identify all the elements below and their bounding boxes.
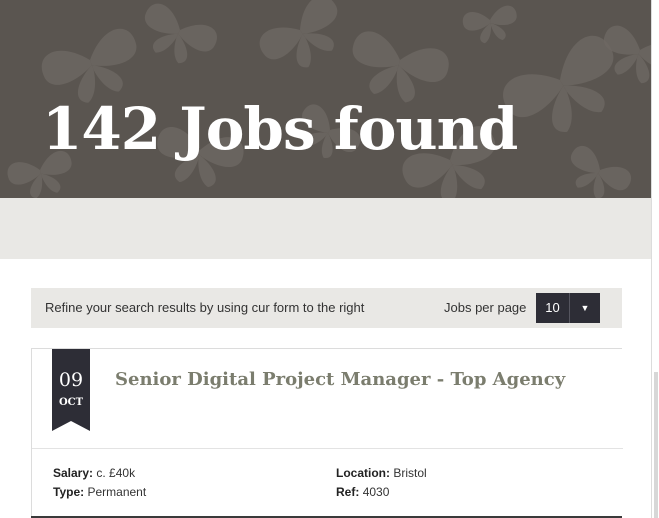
scrollbar[interactable]	[651, 0, 659, 518]
salary-value: c. £40k	[96, 466, 136, 480]
job-card: 09 OCT Senior Digital Project Manager - …	[31, 348, 623, 518]
job-title-link[interactable]: Senior Digital Project Manager - Top Age…	[115, 369, 565, 390]
jobs-per-page-value: 10	[545, 300, 560, 315]
ref-field: Ref: 4030	[336, 485, 389, 499]
refine-hint: Refine your search results by using cur …	[45, 300, 365, 315]
location-value: Bristol	[393, 466, 427, 480]
card-divider	[32, 448, 623, 449]
type-field: Type: Permanent	[53, 485, 146, 499]
jobs-per-page-select[interactable]: 10 ▼	[536, 293, 600, 323]
post-day: 09	[58, 369, 84, 391]
hero-band	[0, 198, 651, 259]
type-value: Permanent	[87, 485, 147, 499]
date-ribbon: 09 OCT	[52, 349, 90, 431]
filter-bar: Refine your search results by using cur …	[31, 288, 622, 328]
location-label: Location:	[336, 466, 390, 480]
chevron-down-icon[interactable]: ▼	[570, 293, 600, 323]
salary-field: Salary: c. £40k	[53, 466, 135, 480]
post-month: OCT	[58, 397, 84, 408]
ref-label: Ref:	[336, 485, 360, 499]
page-title: 142 Jobs found	[42, 95, 518, 163]
type-label: Type:	[53, 485, 85, 499]
scrollbar-thumb[interactable]	[654, 372, 658, 518]
location-field: Location: Bristol	[336, 466, 427, 480]
hero-banner: 142 Jobs found	[0, 0, 651, 198]
ref-value: 4030	[362, 485, 390, 499]
jobs-per-page-label: Jobs per page	[444, 300, 527, 315]
salary-label: Salary:	[53, 466, 94, 480]
